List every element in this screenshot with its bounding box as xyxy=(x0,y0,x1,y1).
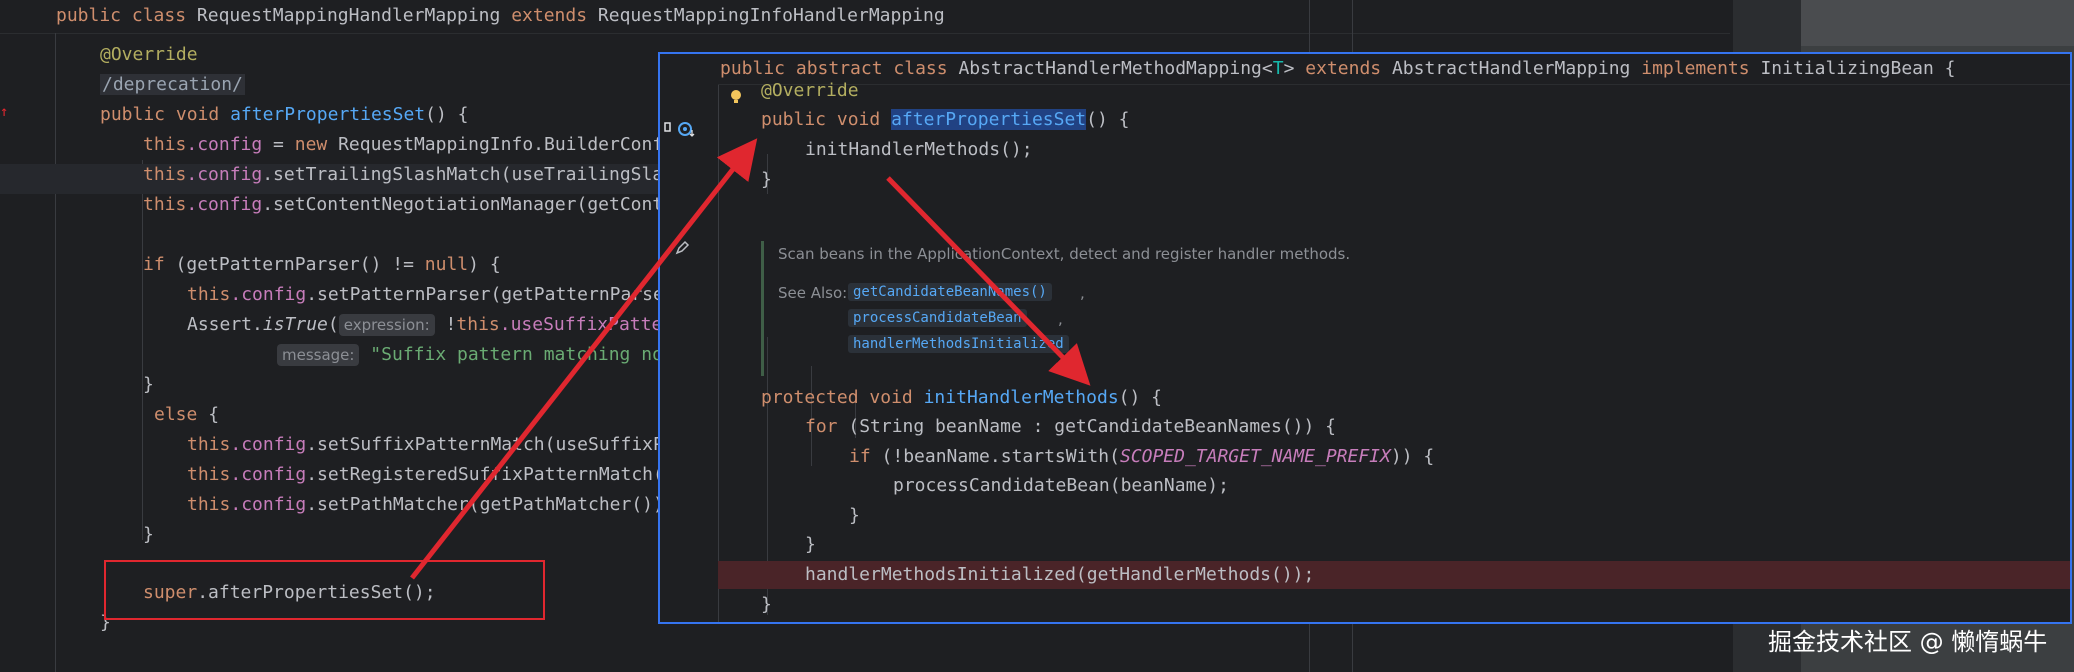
arrow-to-afterPropertiesSet xyxy=(410,138,758,580)
annotation-arrows xyxy=(410,138,1091,580)
arrow-to-initHandlerMethods xyxy=(886,176,1091,386)
watermark: 掘金技术社区 @ 懒惰蜗牛 xyxy=(1768,628,2048,656)
